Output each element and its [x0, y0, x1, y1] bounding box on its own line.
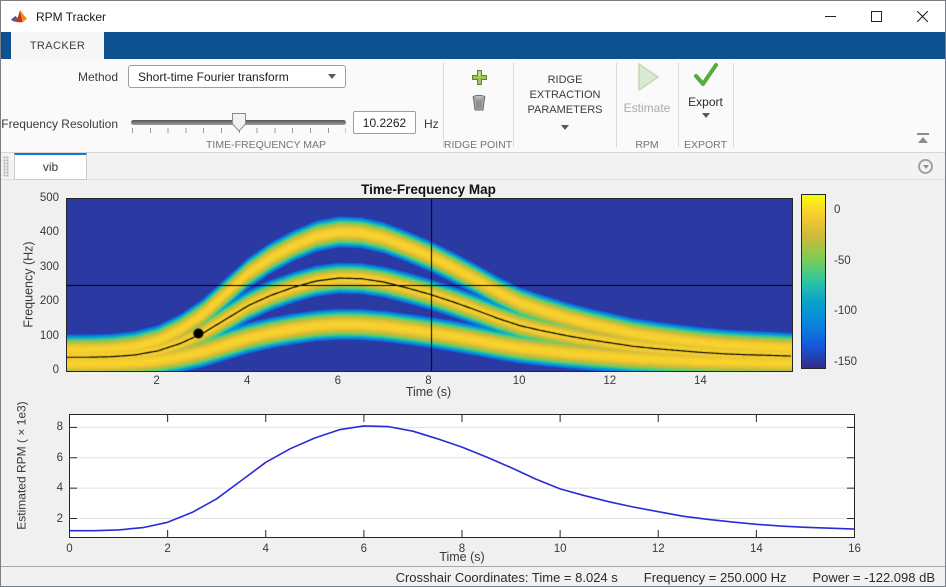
tick-label: 10	[554, 543, 567, 555]
tick-label: 12	[603, 375, 616, 387]
status-crosshair-power: Power = -122.098 dB	[813, 570, 936, 585]
tick-label: 6	[335, 375, 341, 387]
tick-label: 0	[834, 204, 840, 216]
tick-label: 500	[40, 192, 59, 204]
tab-options-button[interactable]	[918, 159, 933, 174]
rpm-plot	[69, 414, 855, 538]
frequency-resolution-input[interactable]	[353, 111, 416, 134]
tick-label: 8	[459, 543, 465, 555]
play-icon	[632, 61, 662, 93]
tick-label: 8	[425, 375, 431, 387]
chevron-down-icon	[328, 74, 336, 79]
window-title: RPM Tracker	[36, 10, 106, 24]
tfmap-title: Time-Frequency Map	[66, 182, 791, 197]
tick-label: -50	[834, 255, 851, 267]
tick-label: 8	[57, 421, 63, 433]
status-crosshair-time: Crosshair Coordinates: Time = 8.024 s	[396, 570, 618, 585]
app-window: RPM Tracker TRACKER Method Short-time Fo…	[0, 0, 946, 587]
drag-handle[interactable]	[3, 156, 9, 177]
tfmap-xlabel: Time (s)	[66, 385, 791, 399]
delete-ridge-point-button[interactable]	[462, 90, 496, 114]
tick-label: 2	[153, 375, 159, 387]
add-ridge-point-button[interactable]	[462, 65, 496, 89]
tab-vib[interactable]: vib	[14, 153, 87, 180]
tick-label: 4	[57, 482, 63, 494]
ridge-extraction-parameters-label: RIDGE EXTRACTION PARAMETERS	[518, 65, 612, 118]
frequency-resolution-label: Frequency Resolution	[1, 117, 123, 131]
tick-label: 0	[66, 543, 72, 555]
colorbar	[801, 194, 826, 369]
figure-area: Time-Frequency Map Frequency (Hz) Time (…	[1, 180, 946, 566]
section-label-rpm: RPM	[616, 139, 678, 151]
method-label: Method	[1, 70, 123, 84]
matlab-logo-icon	[10, 8, 28, 26]
tick-label: 10	[513, 375, 526, 387]
tfmap-ylabel: Frequency (Hz)	[22, 200, 36, 370]
checkmark-icon	[692, 61, 720, 89]
tick-label: 6	[361, 543, 367, 555]
ribbon-tabstrip: TRACKER	[1, 32, 945, 59]
close-button[interactable]	[899, 1, 945, 32]
chevron-up-icon	[918, 137, 928, 143]
collapse-ribbon-button[interactable]	[915, 133, 931, 147]
export-button[interactable]: Export	[678, 61, 733, 118]
section-label-export: EXPORT	[678, 139, 733, 151]
tab-tracker[interactable]: TRACKER	[11, 32, 104, 59]
document-tabbar: vib	[1, 153, 945, 180]
tick-label: 14	[750, 543, 763, 555]
ridge-extraction-parameters-button[interactable]: RIDGE EXTRACTION PARAMETERS	[518, 65, 612, 139]
chevron-down-icon	[561, 125, 569, 130]
ribbon: Method Short-time Fourier transform Freq…	[1, 59, 945, 153]
status-crosshair-frequency: Frequency = 250.000 Hz	[644, 570, 787, 585]
frequency-unit-label: Hz	[424, 117, 439, 131]
tick-label: 14	[694, 375, 707, 387]
titlebar: RPM Tracker	[1, 1, 945, 32]
tick-label: 6	[57, 452, 63, 464]
tick-label: 4	[244, 375, 250, 387]
method-dropdown[interactable]: Short-time Fourier transform	[128, 65, 346, 88]
tick-label: 400	[40, 226, 59, 238]
maximize-button[interactable]	[853, 1, 899, 32]
slider-thumb[interactable]	[232, 113, 246, 137]
section-label-ridge-point: RIDGE POINT	[443, 139, 513, 151]
tick-label: 2	[164, 543, 170, 555]
chevron-down-icon	[923, 165, 929, 169]
rpm-ylabel: Estimated RPM ( × 1e3)	[15, 371, 29, 561]
estimate-button[interactable]: Estimate	[616, 61, 678, 115]
frequency-resolution-slider[interactable]	[131, 113, 346, 139]
tick-label: 2	[57, 513, 63, 525]
export-label: Export	[678, 95, 733, 109]
section-label-time-frequency-map: TIME-FREQUENCY MAP	[131, 139, 401, 151]
minimize-button[interactable]	[807, 1, 853, 32]
tfmap-canvas[interactable]	[66, 198, 793, 372]
tick-label: -150	[834, 356, 857, 368]
tick-label: 300	[40, 261, 59, 273]
plus-icon	[471, 69, 488, 86]
tick-label: -100	[834, 305, 857, 317]
tick-label: 100	[40, 330, 59, 342]
status-bar: Crosshair Coordinates: Time = 8.024 s Fr…	[1, 566, 945, 587]
chevron-down-icon	[702, 113, 710, 118]
tick-label: 0	[53, 364, 59, 376]
tick-label: 200	[40, 295, 59, 307]
method-value: Short-time Fourier transform	[138, 70, 289, 84]
tick-label: 16	[848, 543, 861, 555]
tick-label: 12	[652, 543, 665, 555]
estimate-label: Estimate	[616, 101, 678, 115]
tick-label: 4	[263, 543, 269, 555]
trash-icon	[471, 94, 487, 111]
